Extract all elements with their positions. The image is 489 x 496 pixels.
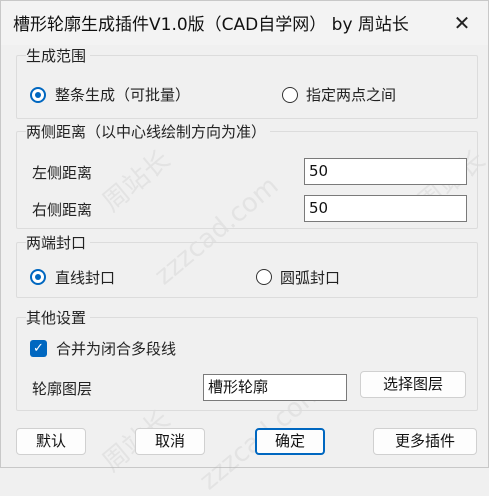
other-settings-title: 其他设置 xyxy=(26,307,91,328)
radio-line-end[interactable] xyxy=(30,269,46,285)
window-title: 槽形轮廓生成插件V1.0版（CAD自学网） by 周站长 xyxy=(13,15,409,35)
ok-button[interactable]: 确定 xyxy=(255,428,325,455)
radio-two-points[interactable] xyxy=(282,87,298,103)
radio-whole-generate[interactable] xyxy=(30,87,46,103)
generate-range-title: 生成范围 xyxy=(26,45,91,66)
merge-checkbox-label[interactable]: 合并为闭合多段线 xyxy=(56,338,176,359)
default-button[interactable]: 默认 xyxy=(16,428,86,455)
left-distance-label: 左侧距离 xyxy=(32,164,93,182)
radio-two-points-label[interactable]: 指定两点之间 xyxy=(306,84,396,105)
layer-label: 轮廓图层 xyxy=(32,380,93,398)
radio-arc-end-label[interactable]: 圆弧封口 xyxy=(280,267,340,288)
merge-checkbox[interactable]: ✓ xyxy=(30,340,47,357)
radio-line-end-label[interactable]: 直线封口 xyxy=(55,267,115,288)
close-icon[interactable]: ✕ xyxy=(450,11,474,35)
dialog-window: 周站长 zzzcad.com 周站长 周站长 zzzcad.com 槽形轮廓生成… xyxy=(0,0,489,496)
cancel-button[interactable]: 取消 xyxy=(135,428,205,455)
left-distance-input[interactable]: 50 xyxy=(304,158,467,185)
layer-input[interactable]: 槽形轮廓 xyxy=(203,374,347,401)
radio-arc-end[interactable] xyxy=(256,269,272,285)
select-layer-button[interactable]: 选择图层 xyxy=(360,371,466,398)
right-distance-input[interactable]: 50 xyxy=(304,195,467,222)
title-bar[interactable]: 槽形轮廓生成插件V1.0版（CAD自学网） by 周站长 ✕ xyxy=(1,1,488,45)
radio-whole-generate-label[interactable]: 整条生成（可批量） xyxy=(55,84,190,105)
right-distance-label: 右侧距离 xyxy=(32,201,93,219)
distance-title: 两侧距离（以中心线绘制方向为准） xyxy=(26,121,271,142)
more-plugins-button[interactable]: 更多插件 xyxy=(373,428,477,455)
ends-title: 两端封口 xyxy=(26,232,91,253)
